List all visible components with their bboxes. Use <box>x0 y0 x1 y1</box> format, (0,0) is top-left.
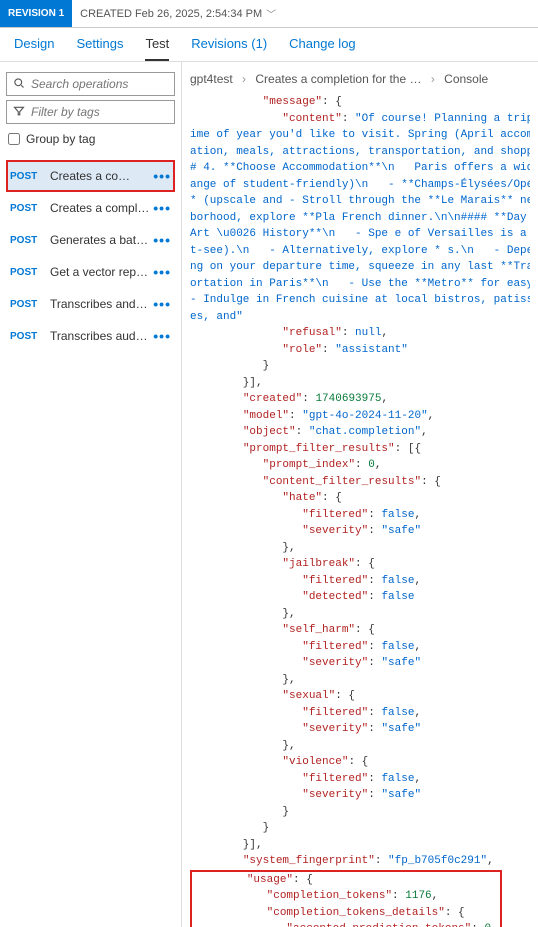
usage-highlight: "usage": { "completion_tokens": 1176, "c… <box>190 870 502 927</box>
more-icon[interactable]: ••• <box>153 200 171 216</box>
json-value: safe <box>388 657 414 669</box>
json-value: gpt-4o-2024-11-20 <box>309 410 421 422</box>
json-response-body: "message": { "content": "Of course! Plan… <box>190 94 530 927</box>
chevron-down-icon: ﹀ <box>266 6 276 21</box>
json-value: 1176 <box>405 890 431 902</box>
operation-label: Transcribes and t… <box>50 297 150 311</box>
json-value: safe <box>388 723 414 735</box>
tab-design[interactable]: Design <box>14 36 54 61</box>
operation-item[interactable]: POST Get a vector repr… ••• <box>6 256 175 288</box>
main-area: Group by tag POST Creates a comple… ••• … <box>0 62 538 927</box>
breadcrumb: gpt4test › Creates a completion for the … <box>190 72 530 94</box>
created-timestamp[interactable]: CREATED Feb 26, 2025, 2:54:34 PM ﹀ <box>72 6 284 21</box>
search-input[interactable] <box>31 77 168 91</box>
json-value: false <box>381 641 414 653</box>
sidebar: Group by tag POST Creates a comple… ••• … <box>0 62 182 927</box>
more-icon[interactable]: ••• <box>153 264 171 280</box>
more-icon[interactable]: ••• <box>153 232 171 248</box>
operation-item[interactable]: POST Transcribes audio… ••• <box>6 320 175 352</box>
json-value: assistant <box>342 344 401 356</box>
filter-icon <box>13 105 25 120</box>
tab-revisions[interactable]: Revisions (1) <box>191 36 267 61</box>
search-operations-box[interactable] <box>6 72 175 96</box>
http-method: POST <box>10 331 40 342</box>
tab-bar: Design Settings Test Revisions (1) Chang… <box>0 28 538 62</box>
operation-item[interactable]: POST Creates a comple… ••• <box>6 192 175 224</box>
operation-label: Transcribes audio… <box>50 329 150 343</box>
json-value: safe <box>388 789 414 801</box>
json-value: false <box>381 591 414 603</box>
group-by-tag-input[interactable] <box>8 133 20 145</box>
http-method: POST <box>10 203 40 214</box>
more-icon[interactable]: ••• <box>153 296 171 312</box>
operation-label: Creates a comple… <box>50 201 150 215</box>
tab-changelog[interactable]: Change log <box>289 36 356 61</box>
operation-label: Get a vector repr… <box>50 265 150 279</box>
json-value: fp_b705f0c291 <box>395 855 481 867</box>
revision-badge: REVISION 1 <box>0 0 72 27</box>
json-value: 1740693975 <box>315 393 381 405</box>
json-value: 0 <box>484 923 491 927</box>
operation-item[interactable]: POST Generates a batc… ••• <box>6 224 175 256</box>
operation-item[interactable]: POST Creates a comple… ••• <box>6 160 175 192</box>
header-bar: REVISION 1 CREATED Feb 26, 2025, 2:54:34… <box>0 0 538 28</box>
http-method: POST <box>10 171 40 182</box>
operation-item[interactable]: POST Transcribes and t… ••• <box>6 288 175 320</box>
json-value: 0 <box>368 459 375 471</box>
json-value: false <box>381 575 414 587</box>
search-icon <box>13 77 25 92</box>
json-value: false <box>381 509 414 521</box>
breadcrumb-seg: Console <box>444 72 488 86</box>
operations-list: POST Creates a comple… ••• POST Creates … <box>6 160 175 352</box>
more-icon[interactable]: ••• <box>153 328 171 344</box>
http-method: POST <box>10 235 40 246</box>
filter-tags-box[interactable] <box>6 100 175 124</box>
chevron-right-icon: › <box>431 72 435 86</box>
operation-label: Generates a batc… <box>50 233 150 247</box>
created-label: CREATED Feb 26, 2025, 2:54:34 PM <box>80 8 262 20</box>
json-value: chat.completion <box>315 426 414 438</box>
operation-label: Creates a comple… <box>50 169 140 183</box>
http-method: POST <box>10 299 40 310</box>
group-by-tag-label: Group by tag <box>26 132 95 146</box>
tab-test[interactable]: Test <box>145 36 169 61</box>
group-by-tag-checkbox[interactable]: Group by tag <box>6 128 175 156</box>
filter-input[interactable] <box>31 105 168 119</box>
chevron-right-icon: › <box>242 72 246 86</box>
json-value: safe <box>388 525 414 537</box>
content-pane: gpt4test › Creates a completion for the … <box>182 62 538 927</box>
breadcrumb-seg[interactable]: Creates a completion for the … <box>255 72 421 86</box>
json-value: false <box>381 773 414 785</box>
tab-settings[interactable]: Settings <box>76 36 123 61</box>
json-value: false <box>381 707 414 719</box>
json-value: Of course! Planning a trip to Paris is -… <box>190 113 530 323</box>
json-value: null <box>355 327 381 339</box>
breadcrumb-seg[interactable]: gpt4test <box>190 72 233 86</box>
more-icon[interactable]: ••• <box>153 168 171 184</box>
http-method: POST <box>10 267 40 278</box>
